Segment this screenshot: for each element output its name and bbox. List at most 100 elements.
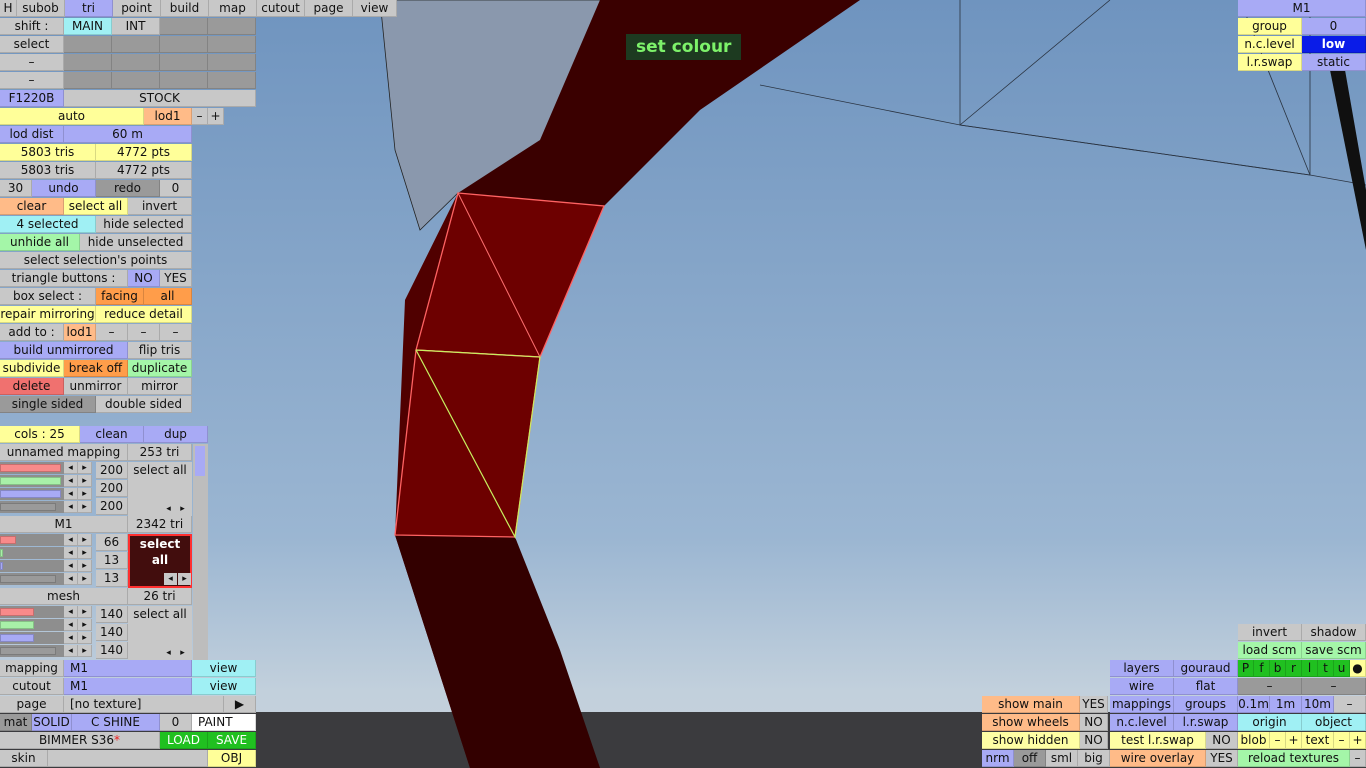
delete-button[interactable]: delete: [0, 378, 64, 395]
material-swatch[interactable]: select all ◂ ▸: [128, 534, 192, 588]
paint-button[interactable]: PAINT: [192, 714, 256, 731]
box-select-facing[interactable]: facing: [96, 288, 144, 305]
dash1-slot-4[interactable]: [208, 54, 256, 71]
solid-button[interactable]: SOLID: [32, 714, 72, 731]
slider-right-arrow[interactable]: ▸: [78, 560, 92, 572]
grid-1m[interactable]: 1m: [1270, 696, 1302, 713]
grid-off[interactable]: –: [1334, 696, 1366, 713]
shine-value[interactable]: 0: [160, 714, 192, 731]
dash-slot-b[interactable]: –: [1302, 678, 1366, 695]
invert-view-button[interactable]: invert: [1238, 624, 1302, 641]
single-sided-button[interactable]: single sided: [0, 396, 96, 413]
triangle-buttons-no[interactable]: NO: [128, 270, 160, 287]
select-slot-1[interactable]: [64, 36, 112, 53]
layers-button[interactable]: layers: [1110, 660, 1174, 677]
select-all-button[interactable]: select all: [64, 198, 128, 215]
material-r-value[interactable]: 140: [96, 606, 128, 623]
tab-cutout[interactable]: cutout: [257, 0, 305, 17]
dash2-slot-4[interactable]: [208, 72, 256, 89]
view-toggle-r[interactable]: r: [1286, 660, 1302, 677]
cshine-button[interactable]: C SHINE: [72, 714, 160, 731]
auto-button[interactable]: auto: [0, 108, 144, 125]
nclevel-view-button[interactable]: n.c.level: [1110, 714, 1174, 731]
slider-right-arrow[interactable]: ▸: [78, 501, 92, 513]
lod-plus-button[interactable]: +: [208, 108, 224, 125]
dash2-slot-2[interactable]: [112, 72, 160, 89]
slider-right-arrow[interactable]: ▸: [78, 462, 92, 474]
double-sided-button[interactable]: double sided: [96, 396, 192, 413]
add-to-slot-4[interactable]: –: [160, 324, 192, 341]
material-r-value[interactable]: 200: [96, 462, 128, 479]
tab-tri[interactable]: tri: [65, 0, 113, 17]
build-unmirrored-button[interactable]: build unmirrored: [0, 342, 128, 359]
gouraud-button[interactable]: gouraud: [1174, 660, 1238, 677]
unmirror-button[interactable]: unmirror: [64, 378, 128, 395]
tab-map[interactable]: map: [209, 0, 257, 17]
slider-right-arrow[interactable]: ▸: [78, 573, 92, 585]
clear-button[interactable]: clear: [0, 198, 64, 215]
blob-minus[interactable]: –: [1270, 732, 1286, 749]
material-b-value[interactable]: 13: [96, 570, 128, 587]
box-select-all[interactable]: all: [144, 288, 192, 305]
nclevel-value[interactable]: low: [1302, 36, 1366, 53]
lod-minus-button[interactable]: –: [192, 108, 208, 125]
slider-left-arrow[interactable]: ◂: [64, 606, 78, 618]
material-g-value[interactable]: 13: [96, 552, 128, 569]
car-code[interactable]: F1220B: [0, 90, 64, 107]
tab-subob[interactable]: subob: [17, 0, 65, 17]
select-selection-points-button[interactable]: select selection's points: [0, 252, 192, 269]
cutout-view-button[interactable]: view: [192, 678, 256, 695]
slider-left-arrow[interactable]: ◂: [64, 501, 78, 513]
hide-selected-button[interactable]: hide selected: [96, 216, 192, 233]
size-big[interactable]: big: [1078, 750, 1110, 767]
view-toggle-dot[interactable]: ●: [1350, 660, 1366, 677]
add-to-lod1[interactable]: lod1: [64, 324, 96, 341]
unhide-all-button[interactable]: unhide all: [0, 234, 80, 251]
material-swatch[interactable]: select all ◂ ▸: [128, 462, 192, 516]
wire-overlay-toggle[interactable]: YES: [1206, 750, 1238, 767]
view-toggle-P[interactable]: P: [1238, 660, 1254, 677]
text-plus[interactable]: +: [1350, 732, 1366, 749]
slider-left-arrow[interactable]: ◂: [64, 645, 78, 657]
swatch-left-arrow[interactable]: ◂: [164, 573, 177, 585]
material-select-all-button[interactable]: select all: [128, 462, 192, 478]
groups-button[interactable]: groups: [1174, 696, 1238, 713]
shadow-button[interactable]: shadow: [1302, 624, 1366, 641]
view-toggle-u[interactable]: u: [1334, 660, 1350, 677]
size-sml[interactable]: sml: [1046, 750, 1078, 767]
view-toggle-f[interactable]: f: [1254, 660, 1270, 677]
lod-level-button[interactable]: lod1: [144, 108, 192, 125]
material-slider-track[interactable]: [0, 560, 64, 572]
dash2-slot-1[interactable]: [64, 72, 112, 89]
slider-right-arrow[interactable]: ▸: [78, 632, 92, 644]
break-off-button[interactable]: break off: [64, 360, 128, 377]
slider-left-arrow[interactable]: ◂: [64, 560, 78, 572]
view-toggle-l[interactable]: l: [1302, 660, 1318, 677]
slider-left-arrow[interactable]: ◂: [64, 573, 78, 585]
material-g-value[interactable]: 200: [96, 480, 128, 497]
slider-left-arrow[interactable]: ◂: [64, 488, 78, 500]
dash1-slot-3[interactable]: [160, 54, 208, 71]
material-b-value[interactable]: 140: [96, 642, 128, 659]
material-select-all-button[interactable]: select all: [130, 536, 190, 568]
slider-left-arrow[interactable]: ◂: [64, 534, 78, 546]
material-name[interactable]: M1: [0, 516, 128, 533]
slider-right-arrow[interactable]: ▸: [78, 645, 92, 657]
select-slot-3[interactable]: [160, 36, 208, 53]
obj-button[interactable]: OBJ: [208, 750, 256, 767]
shift-slot-3[interactable]: [160, 18, 208, 35]
scrollbar-thumb[interactable]: [195, 446, 205, 476]
flat-button[interactable]: flat: [1174, 678, 1238, 695]
size-off[interactable]: off: [1014, 750, 1046, 767]
reload-minus[interactable]: –: [1350, 750, 1366, 767]
add-to-slot-3[interactable]: –: [128, 324, 160, 341]
clean-button[interactable]: clean: [80, 426, 144, 443]
slider-right-arrow[interactable]: ▸: [78, 547, 92, 559]
show-wheels-toggle[interactable]: NO: [1080, 714, 1108, 731]
reduce-detail-button[interactable]: reduce detail: [96, 306, 192, 323]
page-value[interactable]: [no texture]: [64, 696, 224, 713]
wire-button[interactable]: wire: [1110, 678, 1174, 695]
skin-value[interactable]: [48, 750, 208, 767]
slider-left-arrow[interactable]: ◂: [64, 475, 78, 487]
tab-view[interactable]: view: [353, 0, 397, 17]
